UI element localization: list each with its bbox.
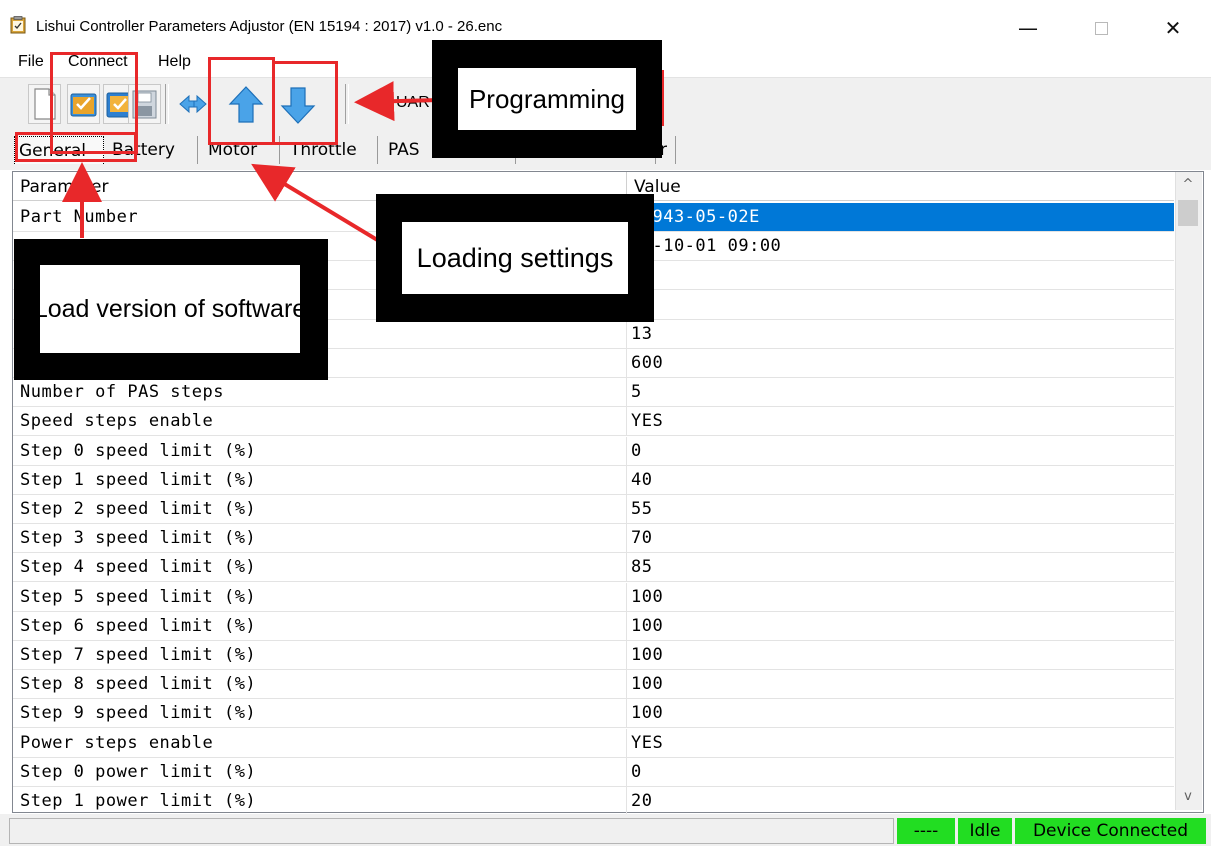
arrow-programming	[354, 81, 441, 122]
callout-loading-settings: Loading settings	[376, 194, 654, 322]
callout-programming-label: Programming	[458, 68, 636, 130]
callout-load-version: Load version of software	[14, 239, 328, 380]
callout-loading-settings-label: Loading settings	[402, 222, 628, 294]
arrow-loading-settings	[251, 163, 386, 246]
callout-programming: Programming	[432, 40, 662, 158]
callout-load-version-label: Load version of software	[34, 265, 306, 353]
